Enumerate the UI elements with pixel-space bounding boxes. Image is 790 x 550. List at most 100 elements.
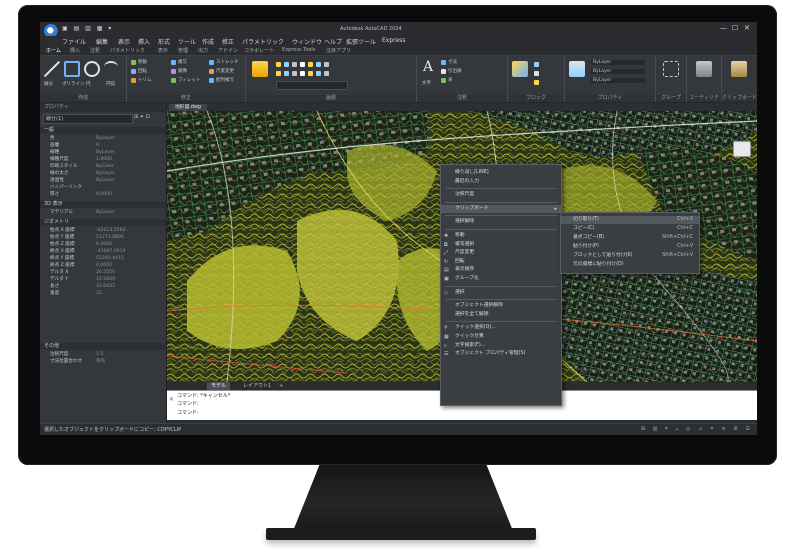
prop-value[interactable]: 0 [96,142,99,149]
tab-model[interactable]: モデル [207,382,231,390]
command-input[interactable]: コマンド: [177,409,199,416]
attribute-icon[interactable] [534,80,539,85]
tab-featured[interactable]: 注目アプリ [326,47,351,54]
submenu-item[interactable]: 貼り付け(P) Ctrl+V [561,243,699,251]
move-icon[interactable] [131,60,136,65]
scale-label[interactable]: 尺度変更 [216,68,234,74]
maximize-button[interactable]: ☐ [732,24,738,32]
paste-icon[interactable] [731,61,747,77]
context-menu-item[interactable]: ▤ 表示順序 [441,266,561,274]
prop-value[interactable]: 1.0000 [96,156,112,163]
prop-row[interactable]: デルタ Y 16.5609 [40,276,166,283]
color-dropdown[interactable]: ByLayer [591,60,645,65]
context-menu-item[interactable]: ◇ 選択 [441,289,561,297]
menu-tools[interactable]: ツール [178,37,196,46]
text-icon[interactable]: A [423,59,433,75]
context-menu-item[interactable]: 繰り返し[LINE] [441,169,561,177]
tab-manage[interactable]: 管理 [178,47,188,54]
selection-buttons[interactable]: ⊞ ✦ ⊡ [134,114,150,120]
menu-file[interactable]: ファイル [62,37,86,46]
prop-row[interactable]: 終点 Y 座標 51290.4415 [40,255,166,262]
lineweight-dropdown[interactable]: ByLayer [591,69,645,74]
annot-leader-label[interactable]: 引出線 [448,68,462,74]
prop-row[interactable]: 角度 32 [40,290,166,297]
fillet-icon[interactable] [171,78,176,83]
context-menu-item[interactable]: 注釈尺度 [441,191,561,199]
context-menu-item[interactable]: ⧉ 複写選択 [441,241,561,249]
prop-value[interactable]: ByLayer [96,149,115,156]
layer-previous-icon[interactable] [324,62,329,67]
prop-value[interactable]: 51273.8806 [96,234,124,241]
tab-annotate[interactable]: 注釈 [90,47,100,54]
prop-row[interactable]: 印刷スタイル ByColor [40,163,166,170]
create-block-icon[interactable] [534,62,539,67]
context-menu-item[interactable]: ▦ クイック計算 [441,333,561,341]
context-menu-item[interactable]: 選択を全て解除 [441,311,561,319]
menu-parametric[interactable]: パラメトリック [242,37,284,46]
prop-row[interactable]: 画層 0 [40,142,166,149]
scale-icon[interactable] [209,69,214,74]
quick-access-toolbar[interactable]: ▣ ▤ ▥ ▦ ▾ [62,25,113,32]
add-layout-button[interactable]: + [275,382,287,390]
edit-block-icon[interactable] [534,71,539,76]
mirror-icon[interactable] [171,69,176,74]
selection-dropdown[interactable]: 線分(1) [43,114,133,124]
prop-row[interactable]: 色 ByLayer [40,135,166,142]
drawing-file-tab[interactable]: 地形図.dwg [169,104,207,111]
close-icon[interactable]: ✕ [169,396,174,403]
menu-help[interactable]: ヘルプ [324,37,342,46]
prop-value[interactable]: ByLayer [96,209,115,216]
menu-modify[interactable]: 修正 [222,37,234,46]
rotate-label[interactable]: 回転 [138,68,147,74]
layer-on-icon[interactable] [276,62,281,67]
close-button[interactable]: ✕ [744,24,750,32]
prop-value[interactable]: ByLayer [96,177,115,184]
submenu-item[interactable]: 基点コピー(B) Shift+Ctrl+C [561,234,699,242]
table-icon[interactable] [441,78,446,83]
prop-row[interactable]: 透過性 ByLayer [40,177,166,184]
copy-icon[interactable] [171,60,176,65]
prop-value[interactable]: 有効 [96,358,105,365]
tab-express[interactable]: Express Tools [282,47,315,53]
mirror-label[interactable]: 鏡像 [178,68,187,74]
group-icon[interactable] [663,61,679,77]
dimension-icon[interactable] [441,60,446,65]
context-menu-item[interactable]: オブジェクト選択解除 [441,302,561,310]
prop-value[interactable]: 31.0432 [96,283,115,290]
prop-row[interactable]: 注釈尺度 1:1 [40,351,166,358]
circle-icon[interactable] [84,61,100,77]
viewcube-icon[interactable] [733,141,751,157]
prop-value[interactable]: 0.0000 [96,262,112,269]
tab-home[interactable]: ホーム [46,47,61,54]
trim-label[interactable]: トリム [138,77,152,83]
submenu-item[interactable]: コピー(C) Ctrl+C [561,225,699,233]
menu-insert[interactable]: 挿入 [138,37,150,46]
stretch-icon[interactable] [209,60,214,65]
section-general[interactable]: 一般 [40,127,166,134]
arc-icon[interactable] [104,61,118,73]
prop-row[interactable]: 線種 ByLayer [40,149,166,156]
context-menu-item[interactable]: ↻ 回転 [441,258,561,266]
prop-row[interactable]: 寸法位置合わせ 有効 [40,358,166,365]
linetype-dropdown[interactable]: ByLayer [591,78,645,83]
prop-value[interactable]: ByColor [96,163,114,170]
prop-row[interactable]: マテリアル ByLayer [40,209,166,216]
layer-make-current-icon[interactable] [308,62,313,67]
move-label[interactable]: 移動 [138,59,147,65]
prop-row[interactable]: 始点 X 座標 -42013.2564 [40,227,166,234]
context-menu-item[interactable]: ✥ 移動 [441,232,561,240]
prop-row[interactable]: 長さ 31.0432 [40,283,166,290]
context-menu-item[interactable]: クリップボード ▸ [441,204,561,213]
prop-value[interactable]: -42013.2564 [96,227,125,234]
submenu-item[interactable]: 切り取り(T) Ctrl+X [561,216,699,224]
prop-value[interactable]: 26.2550 [96,269,115,276]
prop-row[interactable]: 線種尺度 1.0000 [40,156,166,163]
array-label[interactable]: 配列複写 [216,77,234,83]
layer-match-icon[interactable] [316,62,321,67]
tab-output[interactable]: 出力 [198,47,208,54]
prop-row[interactable]: デルタ X 26.2550 [40,269,166,276]
line-icon[interactable] [44,61,60,77]
context-menu-item[interactable]: ▣ グループ化 [441,275,561,283]
prop-row[interactable]: 線の太さ ByLayer [40,170,166,177]
context-menu-item[interactable]: ☰ オブジェクト プロパティ管理(S) [441,350,561,358]
